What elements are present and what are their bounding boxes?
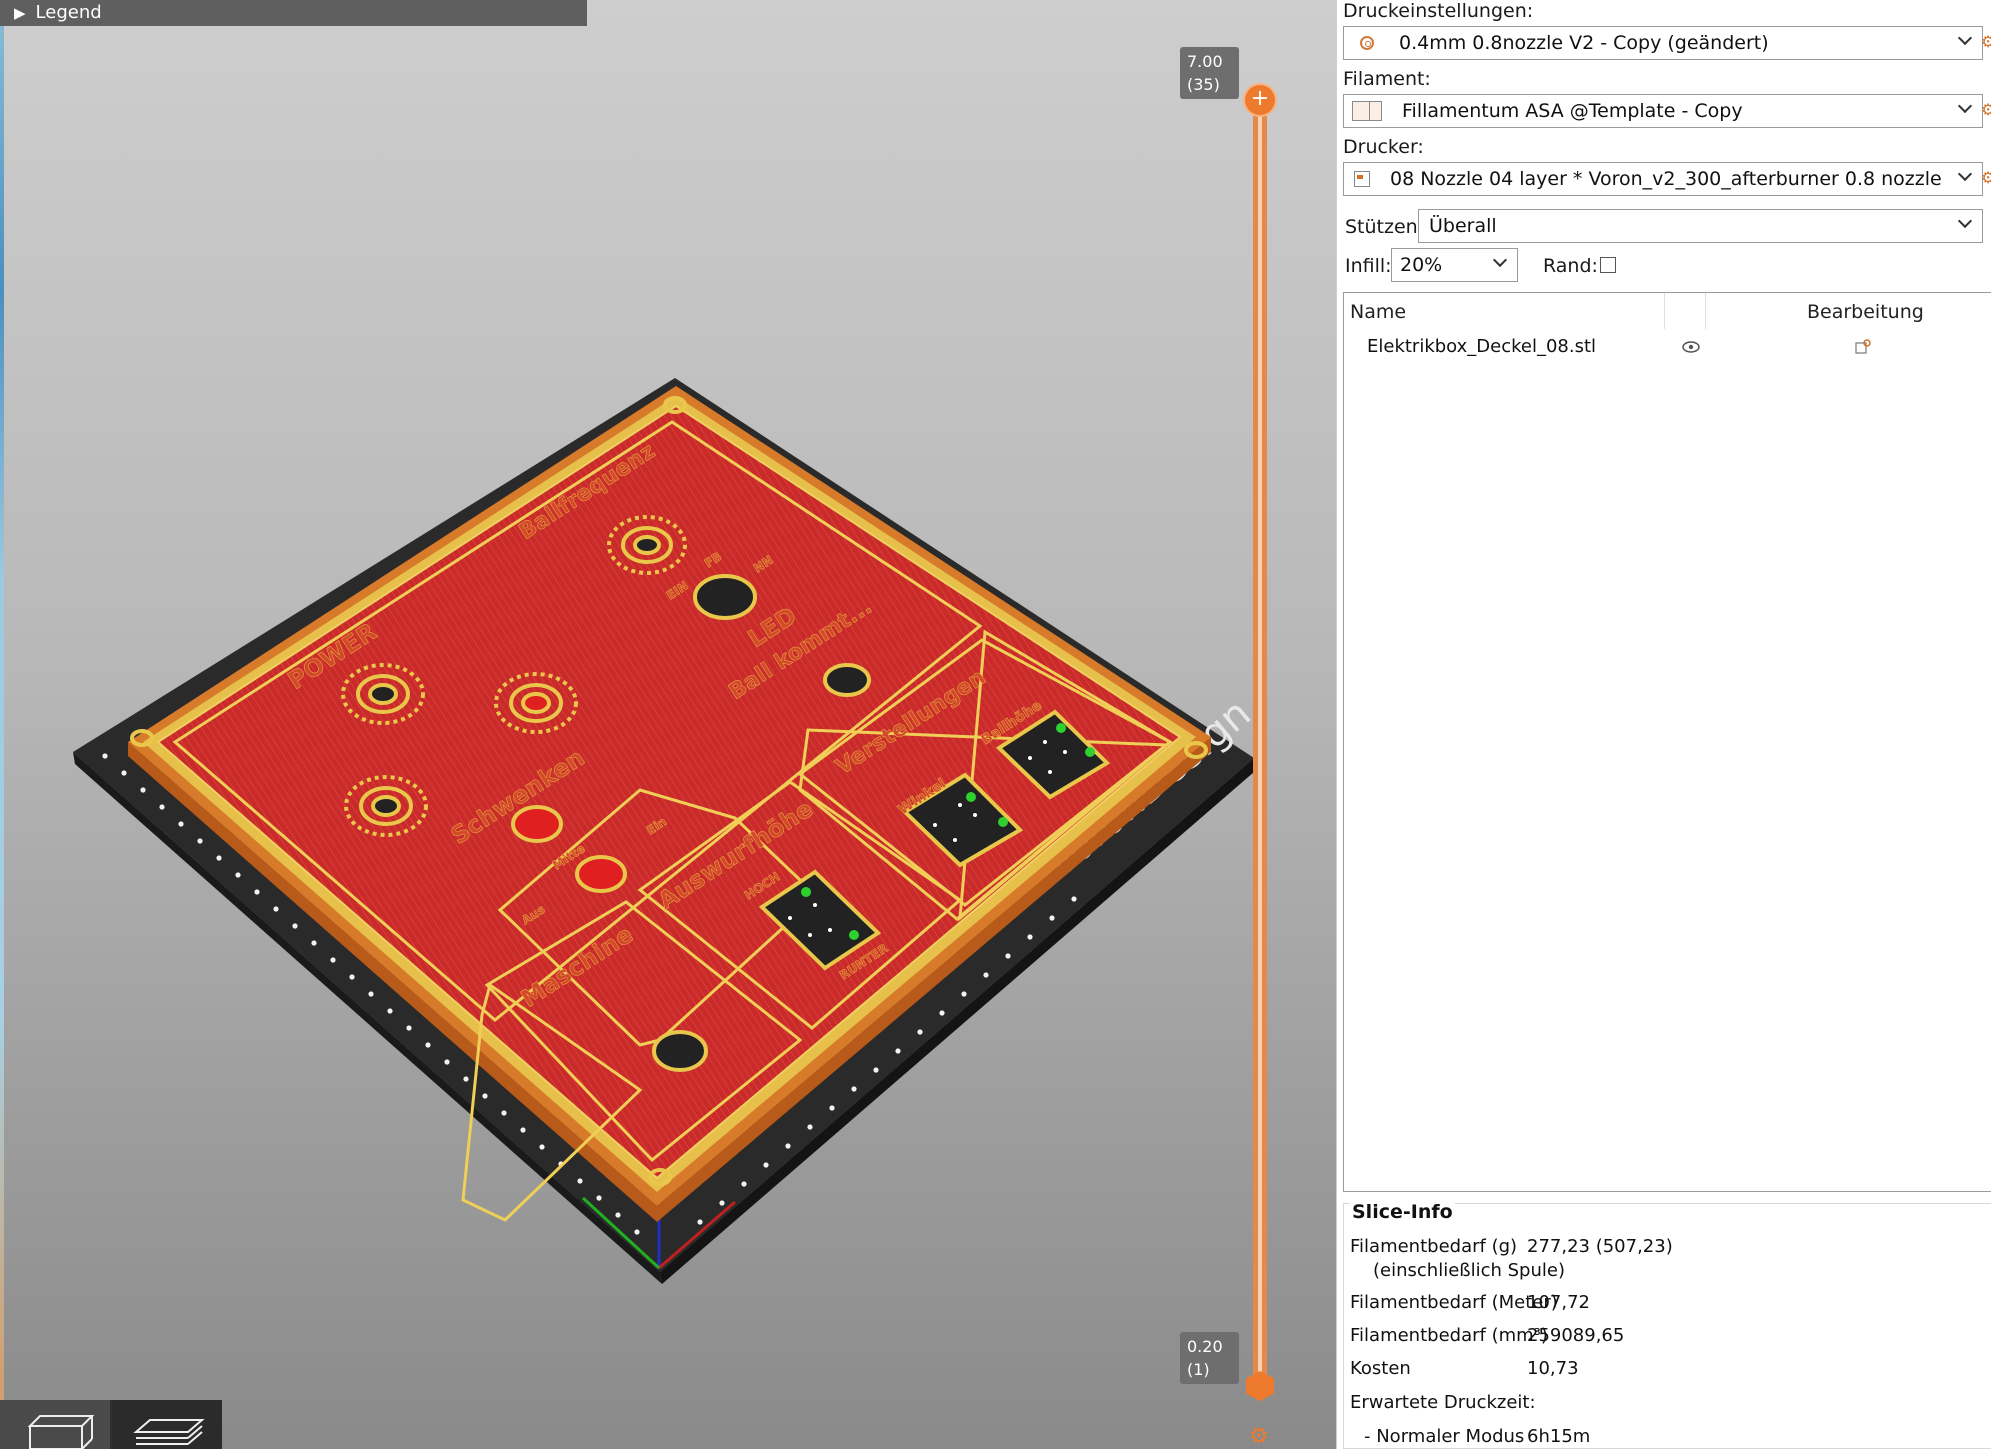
bottom-layer: (1) (1187, 1360, 1210, 1379)
top-layer: (35) (1187, 75, 1220, 94)
supports-dropdown[interactable]: Überall (1418, 209, 1983, 243)
object-list[interactable]: Name Bearbeitung Elektrikbox_Deckel_08.s… (1343, 292, 1991, 1192)
slice-info-panel: Slice-Info Filamentbedarf (g) (einschlie… (1343, 1201, 1991, 1449)
slice-info-label: Kosten (1350, 1358, 1411, 1379)
sliced-model-preview[interactable]: VoronDesign (0, 0, 1336, 1449)
filament-spool-icon (1352, 101, 1382, 121)
column-separator (1705, 293, 1706, 329)
layer-slider-track[interactable] (1253, 98, 1267, 1388)
column-separator (1664, 293, 1665, 329)
gear-icon (1360, 36, 1374, 50)
gear-icon[interactable]: ⚙ (1981, 32, 1991, 52)
infill-label: Infill: (1345, 255, 1392, 277)
rand-label: Rand: (1543, 255, 1598, 277)
printer-icon (1354, 171, 1370, 187)
filament-label: Filament: (1343, 68, 1431, 90)
filament-dropdown[interactable]: Fillamentum ASA @Template - Copy (1343, 94, 1983, 128)
printer-value: 08 Nozzle 04 layer * Voron_v2_300_afterb… (1390, 168, 1945, 190)
gear-icon[interactable]: ⚙ (1981, 168, 1991, 188)
slice-info-value: 259089,65 (1527, 1325, 1625, 1346)
3d-view-button[interactable] (0, 1400, 110, 1449)
gear-icon[interactable]: ⚙ (1981, 100, 1991, 120)
print-settings-value: 0.4mm 0.8nozzle V2 - Copy (geändert) (1399, 32, 1769, 54)
eye-icon[interactable] (1682, 341, 1700, 353)
print-settings-label: Druckeinstellungen: (1343, 0, 1534, 22)
cube-icon (27, 1415, 95, 1449)
chevron-down-icon (1958, 101, 1972, 115)
edit-settings-icon[interactable] (1855, 339, 1871, 355)
slice-info-title: Slice-Info (1350, 1201, 1455, 1223)
sidebar-divider (1336, 0, 1337, 1449)
chevron-down-icon (1958, 216, 1972, 230)
filament-value: Fillamentum ASA @Template - Copy (1402, 100, 1743, 122)
chevron-down-icon (1958, 33, 1972, 47)
slice-info-label: Filamentbedarf (mm³) (1350, 1325, 1548, 1346)
view-toolbar (0, 1400, 222, 1449)
infill-value: 20% (1400, 254, 1443, 276)
column-header-edit[interactable]: Bearbeitung (1807, 301, 1924, 323)
object-name[interactable]: Elektrikbox_Deckel_08.stl (1367, 336, 1596, 357)
chevron-down-icon (1958, 169, 1972, 183)
layer-slider-bottom-label: 0.20 (1) (1180, 1332, 1239, 1384)
printer-dropdown[interactable]: 08 Nozzle 04 layer * Voron_v2_300_afterb… (1343, 162, 1983, 196)
slice-info-label: Filamentbedarf (g) (1350, 1236, 1518, 1257)
slice-info-label: - Normaler Modus (1364, 1426, 1525, 1447)
slice-info-label: Erwartete Druckzeit: (1350, 1392, 1536, 1413)
chevron-down-icon (1493, 255, 1507, 269)
settings-sidebar: Druckeinstellungen: 0.4mm 0.8nozzle V2 -… (1336, 0, 1991, 1449)
slice-info-value: 6h15m (1527, 1426, 1591, 1447)
cog-small-icon[interactable]: ⚙ (1249, 1424, 1269, 1449)
supports-label: Stützen: (1345, 216, 1425, 238)
preview-button[interactable] (112, 1400, 222, 1449)
infill-dropdown[interactable]: 20% (1391, 248, 1518, 282)
layer-slider-top-label: 7.00 (35) (1180, 47, 1239, 99)
3d-viewport[interactable]: ▶ Legend POWER Ballfrequenz EIN FB NN LE… (0, 0, 1336, 1449)
slice-info-value: 107,72 (1527, 1292, 1590, 1313)
top-height: 7.00 (1187, 52, 1223, 71)
slice-info-value: 10,73 (1527, 1358, 1579, 1379)
rand-checkbox[interactable] (1600, 257, 1616, 273)
column-header-name[interactable]: Name (1350, 301, 1406, 323)
bottom-height: 0.20 (1187, 1337, 1223, 1356)
layers-icon (133, 1419, 205, 1445)
slice-info-value: 277,23 (507,23) (1527, 1236, 1673, 1257)
plus-icon[interactable]: + (1245, 85, 1275, 115)
supports-value: Überall (1429, 215, 1497, 237)
printer-label: Drucker: (1343, 136, 1424, 158)
print-settings-dropdown[interactable]: 0.4mm 0.8nozzle V2 - Copy (geändert) (1343, 26, 1983, 60)
slice-info-sublabel: (einschließlich Spule) (1373, 1260, 1565, 1281)
